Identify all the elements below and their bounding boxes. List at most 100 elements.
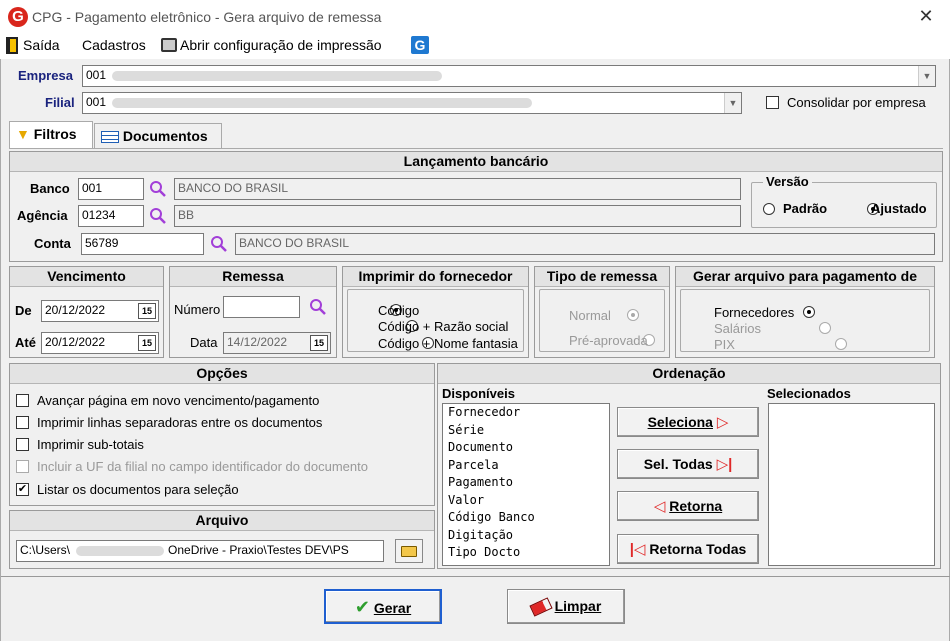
opcao-linhas-label: Imprimir linhas separadoras entre os doc… [37, 415, 323, 430]
filial-label: Filial [45, 95, 75, 110]
search-icon[interactable] [149, 207, 167, 225]
pre-aprovada-label: Pré-aprovada [569, 333, 648, 348]
disponiveis-list[interactable]: Fornecedor Série Documento Parcela Pagamento… [442, 403, 610, 566]
vencimento-title: Vencimento [10, 267, 163, 287]
imprimir-fornecedor-title: Imprimir do fornecedor [343, 267, 528, 287]
de-label: De [15, 303, 32, 318]
list-item[interactable]: Valor [443, 492, 609, 510]
seleciona-button[interactable]: Seleciona ▷ [617, 407, 759, 437]
menu-saida[interactable]: Saída [23, 37, 60, 53]
folder-open-icon[interactable] [395, 539, 423, 563]
arrow-left-icon: ◁ [653, 498, 666, 515]
banco-label: Banco [30, 181, 70, 196]
consolidar-label: Consolidar por empresa [787, 95, 926, 110]
agencia-code-input[interactable]: 01234 [78, 205, 144, 227]
codigo-label: Código [378, 303, 420, 318]
ajustado-label: Ajustado [871, 201, 927, 216]
list-item[interactable]: Código Banco [443, 509, 609, 527]
data-label: Data [190, 335, 218, 350]
radio-padrao[interactable] [763, 203, 775, 215]
conta-code-input[interactable]: 56789 [81, 233, 204, 255]
conta-label: Conta [34, 236, 71, 251]
versao-title: Versão [763, 174, 812, 189]
list-item[interactable]: Fornecedor [443, 404, 609, 422]
gerar-arquivo-title: Gerar arquivo para pagamento de [676, 267, 934, 287]
opcoes-title: Opções [10, 364, 434, 384]
banco-name-field: BANCO DO BRASIL [174, 178, 741, 200]
arrow-left-end-icon: |◁ [629, 541, 646, 558]
arrow-right-icon: ▷ [716, 414, 729, 431]
retorna-button[interactable]: ◁ Retorna [617, 491, 759, 521]
tab-documentos[interactable]: Documentos [94, 123, 222, 149]
remessa-title: Remessa [170, 267, 336, 287]
conta-name-field: BANCO DO BRASIL [235, 233, 935, 255]
normal-label: Normal [569, 308, 611, 323]
opcao-subtotais-checkbox[interactable] [16, 438, 29, 451]
tipo-remessa-title: Tipo de remessa [535, 267, 669, 287]
ordenacao-title: Ordenação [438, 364, 940, 384]
menu-cadastros[interactable]: Cadastros [82, 37, 146, 53]
radio-salarios[interactable] [819, 322, 831, 334]
g-app-icon[interactable]: G [411, 36, 429, 54]
consolidar-checkbox[interactable] [766, 96, 779, 109]
search-icon[interactable] [210, 235, 228, 253]
retorna-todas-button[interactable]: |◁ Retorna Todas [617, 534, 759, 564]
opcao-avancar-checkbox[interactable] [16, 394, 29, 407]
main-area: Empresa 001 ▼ Filial 001 ▼ Consolidar po… [0, 59, 950, 641]
opcao-subtotais-label: Imprimir sub-totais [37, 437, 144, 452]
list-item[interactable]: Digitação [443, 527, 609, 545]
tab-filtros[interactable]: ▼ Filtros [9, 121, 93, 149]
printer-icon [161, 38, 177, 52]
chevron-down-icon[interactable]: ▼ [724, 93, 741, 113]
search-icon[interactable] [149, 180, 167, 198]
numero-label: Número [174, 302, 221, 317]
menu-print-config[interactable]: Abrir configuração de impressão [180, 37, 382, 53]
banco-code-input[interactable]: 001 [78, 178, 144, 200]
empresa-select[interactable]: 001 ▼ [82, 65, 936, 87]
list-item[interactable]: Série [443, 422, 609, 440]
codigo-razao-label: Código + Razão social [378, 319, 509, 334]
exit-door-icon [6, 37, 18, 54]
limpar-button[interactable]: Limpar [507, 589, 625, 624]
arquivo-path-input[interactable]: C:\Users\ OneDrive - Praxio\Testes DEV\PS [16, 540, 384, 562]
list-item[interactable]: Pagamento [443, 474, 609, 492]
sel-todas-button[interactable]: Sel. Todas ▷| [617, 449, 759, 479]
list-item[interactable]: Tipo Docto [443, 544, 609, 562]
chevron-down-icon[interactable]: ▼ [918, 66, 935, 86]
opcao-uf-label: Incluir a UF da filial no campo identifi… [37, 459, 368, 474]
numero-input[interactable] [223, 296, 300, 318]
list-item[interactable]: Parcela [443, 457, 609, 475]
ate-label: Até [15, 335, 36, 350]
calendar-icon[interactable]: 15 [310, 335, 328, 351]
radio-pix[interactable] [834, 338, 847, 350]
padrao-label: Padrão [783, 201, 828, 216]
gerar-button[interactable]: ✔ Gerar [324, 589, 442, 624]
app-logo-icon: G [8, 7, 28, 27]
calendar-icon[interactable]: 15 [138, 303, 156, 319]
filial-select[interactable]: 001 ▼ [82, 92, 742, 114]
arrow-right-end-icon: ▷| [716, 456, 733, 473]
opcao-avancar-label: Avançar página em novo vencimento/pagame… [37, 393, 320, 408]
calendar-icon[interactable]: 15 [138, 335, 156, 351]
window-title: CPG - Pagamento eletrônico - Gera arquiv… [32, 9, 382, 25]
search-icon[interactable] [309, 298, 327, 316]
table-icon [101, 131, 119, 144]
codigo-fantasia-label: Código + Nome fantasia [378, 336, 518, 351]
opcao-uf-checkbox[interactable] [16, 460, 29, 473]
close-icon[interactable]: ✕ [913, 4, 939, 28]
fornecedores-label: Fornecedores [714, 305, 795, 320]
title-bar: G CPG - Pagamento eletrônico - Gera arqu… [0, 0, 950, 33]
eraser-icon [529, 597, 553, 617]
agencia-label: Agência [17, 208, 68, 223]
opcao-linhas-checkbox[interactable] [16, 416, 29, 429]
selecionados-list[interactable] [768, 403, 935, 566]
opcao-listar-label: Listar os documentos para seleção [37, 482, 239, 497]
salarios-label: Salários [714, 321, 761, 336]
menu-bar: Saída Cadastros Abrir configuração de im… [0, 33, 950, 59]
selecionados-label: Selecionados [767, 386, 851, 401]
list-item[interactable]: Documento [443, 439, 609, 457]
checkmark-icon: ✔ [354, 597, 370, 617]
tab-divider [9, 148, 943, 149]
opcao-listar-checkbox[interactable]: ✔ [16, 483, 29, 496]
arquivo-title: Arquivo [10, 511, 434, 531]
